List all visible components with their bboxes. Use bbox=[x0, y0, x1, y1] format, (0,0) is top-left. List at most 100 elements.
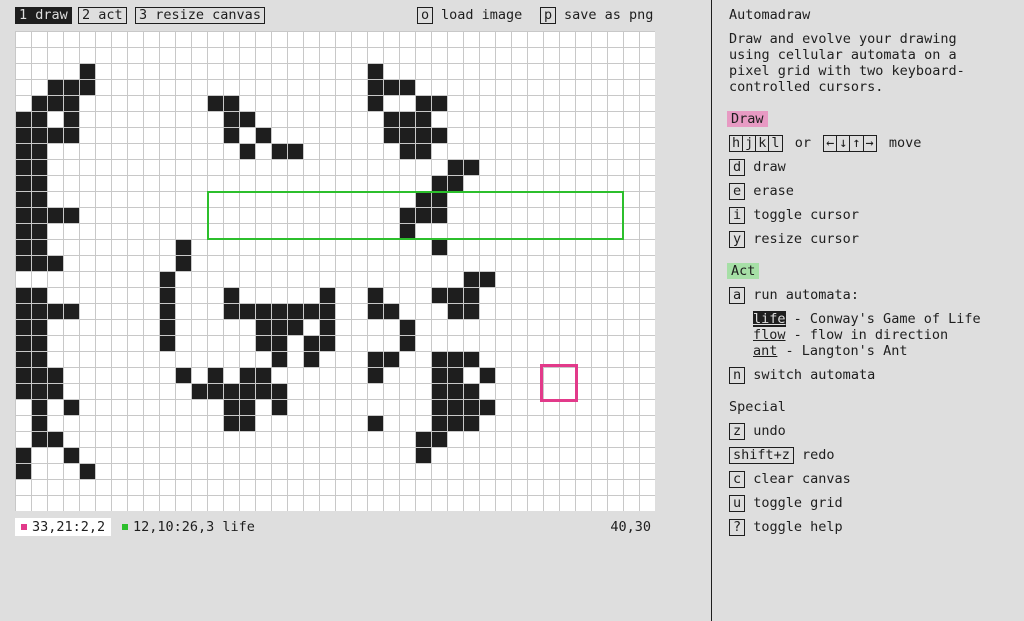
resize-cursor-label: resize cursor bbox=[753, 231, 859, 247]
filled-cell bbox=[447, 415, 463, 431]
filled-cell bbox=[223, 303, 239, 319]
filled-cell bbox=[31, 351, 47, 367]
automata-life-name[interactable]: life bbox=[753, 311, 786, 327]
automata-flow-desc: - flow in direction bbox=[793, 327, 949, 343]
filled-cell bbox=[367, 79, 383, 95]
pink-cursor-status: 33,21:2,2 bbox=[15, 518, 112, 536]
filled-cell bbox=[431, 351, 447, 367]
filled-cell bbox=[47, 383, 63, 399]
move-row: hjkl or ← ↓ ↑ → move bbox=[729, 135, 921, 152]
filled-cell bbox=[15, 191, 31, 207]
shortcut-clear-canvas: c clear canvas bbox=[729, 471, 851, 488]
status-bar: 33,21:2,2 12,10:26,3 life 40,30 bbox=[15, 518, 655, 536]
draw-label: draw bbox=[753, 159, 786, 175]
filled-cell bbox=[31, 335, 47, 351]
drawing-canvas[interactable] bbox=[15, 31, 655, 511]
filled-cell bbox=[15, 447, 31, 463]
top-toolbar: 1 draw 2 act 3 resize canvas o load imag… bbox=[15, 7, 655, 25]
canvas-size: 40,30 bbox=[610, 519, 651, 535]
automata-life[interactable]: life - Conway's Game of Life bbox=[753, 311, 981, 328]
automata-ant-desc: - Langton's Ant bbox=[785, 343, 908, 359]
filled-cell bbox=[15, 223, 31, 239]
shift-z-key: shift+z bbox=[729, 447, 794, 464]
filled-cell bbox=[431, 95, 447, 111]
filled-cell bbox=[383, 303, 399, 319]
filled-cell bbox=[31, 255, 47, 271]
filled-cell bbox=[47, 127, 63, 143]
tab-draw-key: 1 bbox=[19, 7, 28, 23]
filled-cell bbox=[431, 175, 447, 191]
filled-cell bbox=[431, 399, 447, 415]
filled-cell bbox=[239, 143, 255, 159]
automata-flow[interactable]: flow - flow in direction bbox=[753, 327, 948, 344]
move-or-text: or bbox=[794, 135, 811, 151]
filled-cell bbox=[63, 95, 79, 111]
save-png-button[interactable]: save as png bbox=[564, 7, 653, 24]
filled-cell bbox=[463, 399, 479, 415]
intro-line-3: pixel grid with two keyboard- bbox=[729, 63, 965, 79]
filled-cell bbox=[63, 127, 79, 143]
filled-cell bbox=[191, 383, 207, 399]
filled-cell bbox=[223, 415, 239, 431]
filled-cell bbox=[159, 271, 175, 287]
filled-cell bbox=[415, 431, 431, 447]
filled-cell bbox=[415, 143, 431, 159]
filled-cell bbox=[319, 303, 335, 319]
filled-cell bbox=[159, 335, 175, 351]
filled-cell bbox=[431, 367, 447, 383]
tab-resize-canvas[interactable]: 3 resize canvas bbox=[135, 7, 265, 24]
filled-cell bbox=[15, 143, 31, 159]
filled-cell bbox=[31, 159, 47, 175]
filled-cell bbox=[415, 95, 431, 111]
load-image-key[interactable]: o bbox=[417, 7, 434, 24]
filled-cell bbox=[31, 191, 47, 207]
filled-cell bbox=[207, 95, 223, 111]
filled-cell bbox=[367, 351, 383, 367]
automata-ant[interactable]: ant - Langton's Ant bbox=[753, 343, 907, 360]
green-cursor-status: 12,10:26,3 life bbox=[116, 518, 261, 536]
special-heading: Special bbox=[729, 399, 786, 415]
filled-cell bbox=[31, 399, 47, 415]
tab-draw-label: draw bbox=[35, 7, 68, 23]
filled-cell bbox=[415, 111, 431, 127]
filled-cell bbox=[15, 127, 31, 143]
filled-cell bbox=[79, 79, 95, 95]
filled-cell bbox=[463, 383, 479, 399]
u-key: u bbox=[729, 495, 746, 512]
filled-cell bbox=[463, 351, 479, 367]
tab-resize-label: resize canvas bbox=[155, 7, 261, 23]
filled-cell bbox=[15, 367, 31, 383]
filled-cell bbox=[159, 319, 175, 335]
draw-heading: Draw bbox=[727, 111, 768, 127]
filled-cell bbox=[63, 399, 79, 415]
filled-cell bbox=[175, 367, 191, 383]
automata-flow-name[interactable]: flow bbox=[753, 327, 786, 343]
filled-cell bbox=[31, 143, 47, 159]
filled-cell bbox=[303, 351, 319, 367]
filled-cell bbox=[383, 351, 399, 367]
filled-cell bbox=[383, 79, 399, 95]
filled-cell bbox=[447, 351, 463, 367]
automata-ant-name[interactable]: ant bbox=[753, 343, 777, 359]
tab-act[interactable]: 2 act bbox=[78, 7, 127, 24]
help-title: Automadraw bbox=[729, 7, 811, 23]
intro-line-2: using cellular automata on a bbox=[729, 47, 957, 63]
filled-cell bbox=[399, 143, 415, 159]
filled-cell bbox=[223, 111, 239, 127]
save-png-key[interactable]: p bbox=[540, 7, 557, 24]
filled-cell bbox=[31, 127, 47, 143]
filled-cell bbox=[463, 271, 479, 287]
filled-cell bbox=[303, 335, 319, 351]
shortcut-resize-cursor: y resize cursor bbox=[729, 231, 859, 248]
green-cursor-coords: 12,10:26,3 life bbox=[133, 519, 255, 535]
filled-cell bbox=[287, 303, 303, 319]
filled-cell bbox=[15, 383, 31, 399]
tab-act-key: 2 bbox=[82, 7, 91, 23]
filled-cell bbox=[223, 383, 239, 399]
filled-cell bbox=[47, 431, 63, 447]
load-image-button[interactable]: load image bbox=[441, 7, 522, 24]
tab-draw[interactable]: 1 draw bbox=[15, 7, 72, 24]
pixel-grid[interactable] bbox=[15, 31, 655, 511]
filled-cell bbox=[383, 127, 399, 143]
filled-cell bbox=[223, 95, 239, 111]
